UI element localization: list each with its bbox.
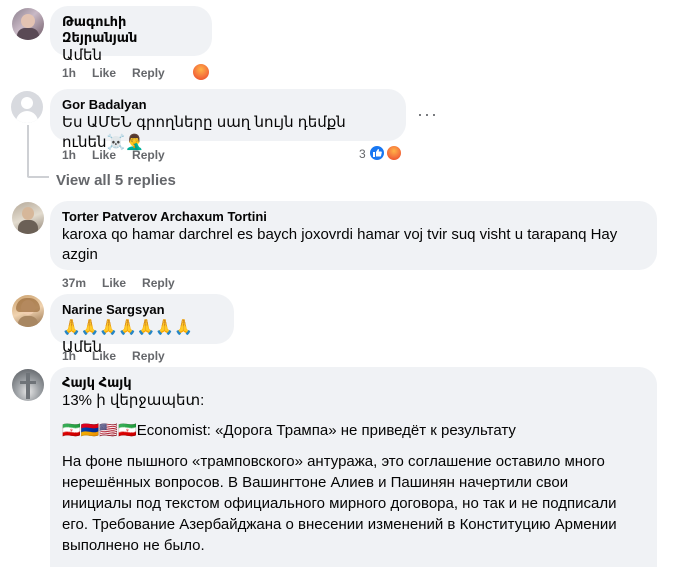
like-button[interactable]: Like xyxy=(102,275,126,291)
comment-text-line: 13% ի վերջապետ: xyxy=(62,392,205,409)
reply-button[interactable]: Reply xyxy=(132,348,165,364)
comment-bubble: Gor Badalyan Ես ԱՄԵՆ գրողները սաղ նույն … xyxy=(50,89,406,151)
comment-author[interactable]: Հայկ Հայկ xyxy=(62,375,645,391)
thread-line-vertical xyxy=(27,125,29,177)
avatar[interactable] xyxy=(12,369,44,401)
headline-text: Economist: «Дорога Трампа» не приведёт к… xyxy=(136,422,516,439)
angry-reaction-icon[interactable] xyxy=(191,62,211,82)
comment-actions: 1h Like Reply xyxy=(62,348,165,364)
comment-author[interactable]: Torter Patverov Archaxum Tortini xyxy=(62,209,645,225)
more-options-icon[interactable]: ··· xyxy=(417,104,438,125)
like-button[interactable]: Like xyxy=(92,348,116,364)
comment-actions: 1h Like Reply xyxy=(62,65,165,81)
comment-timestamp[interactable]: 37m xyxy=(62,275,86,291)
comment-bubble: Թագուհի Զեյրանյան Ամեն xyxy=(50,6,212,64)
reply-button[interactable]: Reply xyxy=(132,65,165,81)
comment-actions: 1h Like Reply xyxy=(62,147,165,163)
reply-button[interactable]: Reply xyxy=(132,147,165,163)
comment-bubble: Torter Patverov Archaxum Tortini karoxa … xyxy=(50,201,657,270)
avatar[interactable] xyxy=(12,295,44,327)
comment-timestamp[interactable]: 1h xyxy=(62,65,76,81)
avatar[interactable] xyxy=(12,8,44,40)
thread-line-corner xyxy=(27,176,49,178)
like-reaction-icon[interactable] xyxy=(368,144,386,162)
comment-author[interactable]: Թագուհի Զեյրանյան xyxy=(62,14,200,46)
comment-timestamp[interactable]: 1h xyxy=(62,348,76,364)
like-button[interactable]: Like xyxy=(92,147,116,163)
comment-bubble: Narine Sargsyan 🙏🙏🙏🙏🙏🙏🙏Ամեն xyxy=(50,294,234,356)
comment-bubble: Հայկ Հայկ 13% ի վերջապետ: 🇮🇷🇦🇲🇺🇸🇮🇷Econom… xyxy=(50,367,657,567)
avatar[interactable] xyxy=(12,202,44,234)
comment-author[interactable]: Gor Badalyan xyxy=(62,97,394,113)
comment-headline: 🇮🇷🇦🇲🇺🇸🇮🇷Economist: «Дорога Трампа» не пр… xyxy=(62,421,645,441)
comment-text: Ամեն xyxy=(62,47,103,64)
angry-reaction-icon[interactable] xyxy=(385,144,403,162)
comment-actions: 37m Like Reply xyxy=(62,275,175,291)
comment-text: karoxa qo hamar darchrel es baych joxovr… xyxy=(62,226,618,263)
flag-icons: 🇮🇷🇦🇲🇺🇸🇮🇷 xyxy=(62,422,137,439)
reply-button[interactable]: Reply xyxy=(142,275,175,291)
comment-author[interactable]: Narine Sargsyan xyxy=(62,302,222,318)
avatar[interactable] xyxy=(11,91,43,123)
view-replies-link[interactable]: View all 5 replies xyxy=(56,172,176,189)
reaction-count[interactable]: 3 xyxy=(359,147,366,161)
comment-timestamp[interactable]: 1h xyxy=(62,147,76,163)
comment-paragraph: На фоне пышного «трамповского» антуража,… xyxy=(62,453,617,554)
like-button[interactable]: Like xyxy=(92,65,116,81)
